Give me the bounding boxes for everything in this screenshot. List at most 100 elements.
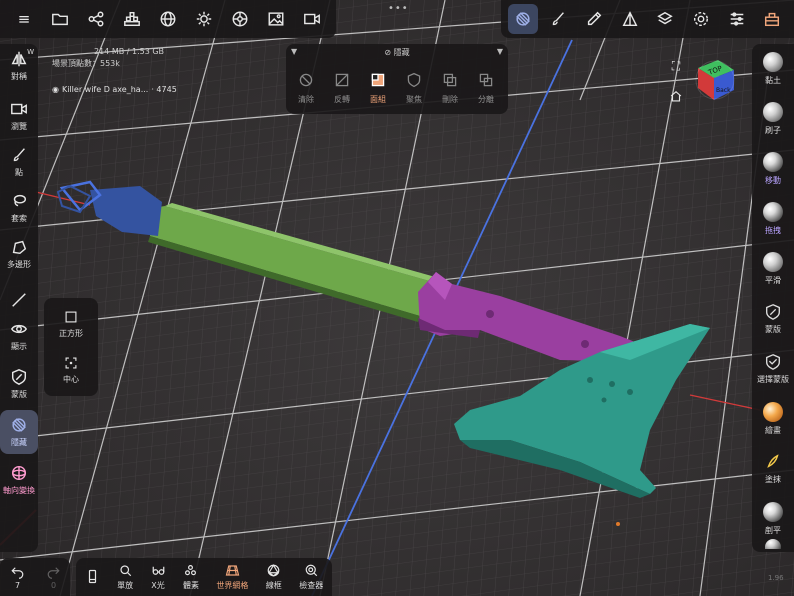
smooth-icon bbox=[763, 252, 783, 272]
tool-move[interactable]: 移動 bbox=[752, 144, 794, 194]
sidebar-item-polygon[interactable]: 多邊形 bbox=[0, 232, 38, 276]
clear-icon bbox=[298, 72, 314, 88]
tool-select-mask[interactable]: 選擇蒙版 bbox=[752, 344, 794, 394]
gizmo-icon bbox=[10, 464, 28, 482]
layers-icon[interactable] bbox=[650, 4, 680, 34]
tool-paint[interactable]: 繪畫 bbox=[752, 394, 794, 444]
facegroup-icon bbox=[370, 72, 386, 88]
tool-smudge[interactable]: 塗抹 bbox=[752, 444, 794, 494]
brush-icon[interactable] bbox=[543, 4, 573, 34]
gear-icon[interactable] bbox=[686, 4, 716, 34]
right-sidebar: 黏土 刷子 移動 拖拽 平滑 蒙版 選擇蒙版 繪畫 塗抹 剷平 bbox=[752, 44, 794, 552]
top-right-toolbar bbox=[501, 0, 794, 38]
folder-icon[interactable] bbox=[45, 4, 75, 34]
sidebar-item-transform[interactable]: 軸向變換 bbox=[0, 458, 38, 502]
grid-icon bbox=[225, 563, 240, 578]
image-icon[interactable] bbox=[261, 4, 291, 34]
invert-icon bbox=[334, 72, 350, 88]
left-sidebar: W 對稱 瀏覽 點 套索 多邊形 顯示 蒙版 隱藏 軸向變換 bbox=[0, 44, 38, 552]
home-icon[interactable] bbox=[668, 88, 684, 104]
sliders-icon[interactable] bbox=[722, 4, 752, 34]
shape-options-panel: 正方形 中心 bbox=[44, 298, 98, 396]
shield-icon bbox=[406, 72, 422, 88]
flatten-icon bbox=[763, 502, 783, 522]
phone-button[interactable] bbox=[85, 569, 100, 586]
line-icon bbox=[10, 291, 28, 309]
sun-icon[interactable] bbox=[189, 4, 219, 34]
symmetry-badge: W bbox=[27, 48, 34, 56]
inspector-icon bbox=[304, 563, 319, 578]
triangle-icon[interactable] bbox=[615, 4, 645, 34]
mesh-count-label: · 4745 bbox=[151, 85, 177, 94]
material-icon[interactable] bbox=[225, 4, 255, 34]
sidebar-item-lasso[interactable]: 套索 bbox=[0, 186, 38, 230]
separate-button[interactable]: 分離 bbox=[468, 72, 504, 112]
magnifier-icon bbox=[118, 563, 133, 578]
vertex-count: 場景頂點數：553k bbox=[52, 59, 120, 68]
mesh-visibility-icon: ◉ bbox=[52, 85, 59, 94]
wireframe-icon bbox=[266, 563, 281, 578]
redo-icon bbox=[46, 564, 61, 579]
delete-button[interactable]: 刪除 bbox=[432, 72, 468, 112]
sphere-grid-icon[interactable] bbox=[153, 4, 183, 34]
video-icon[interactable] bbox=[297, 4, 327, 34]
sidebar-item-dot[interactable]: 點 bbox=[0, 140, 38, 184]
world-grid-button[interactable]: 世界網格 bbox=[216, 563, 248, 591]
drag-icon bbox=[763, 202, 783, 222]
xray-button[interactable]: X光 bbox=[151, 563, 166, 591]
mesh-name-label: Killer wife D axe_ha... bbox=[61, 85, 149, 94]
mesh-info[interactable]: ◉ Killer wife D axe_ha... · 4745 bbox=[52, 84, 177, 96]
shape-square-button[interactable]: 正方形 bbox=[44, 304, 98, 344]
facegroup-button[interactable]: 面組 bbox=[360, 72, 396, 112]
sidebar-item-display[interactable]: 顯示 bbox=[0, 314, 38, 358]
view-cube[interactable]: TOP Back bbox=[694, 58, 736, 102]
separate-icon bbox=[478, 72, 494, 88]
solo-button[interactable]: 單放 bbox=[117, 563, 133, 591]
voxel-button[interactable]: 體素 bbox=[183, 563, 199, 591]
hide-tool-panel: ▼ ⊘ 隱藏 ▼ 清除 反轉 面組 聚焦 刪除 分離 bbox=[286, 44, 508, 114]
redo-button[interactable]: 0 bbox=[46, 564, 61, 590]
wireframe-button[interactable]: 線框 bbox=[266, 563, 282, 591]
brush-sphere-icon bbox=[763, 102, 783, 122]
tool-more[interactable] bbox=[752, 536, 794, 552]
sidebar-item-symmetry[interactable]: W 對稱 bbox=[0, 44, 38, 88]
lasso-icon bbox=[10, 192, 28, 210]
hide-panel-title: ⊘ 隱藏 bbox=[384, 48, 410, 57]
select-mask-icon bbox=[764, 353, 782, 371]
delete-icon bbox=[442, 72, 458, 88]
polygon-icon bbox=[10, 238, 28, 256]
fullscreen-icon[interactable]: ⛶ bbox=[668, 58, 684, 74]
dropper-icon[interactable] bbox=[579, 4, 609, 34]
history-controls: 7 0 bbox=[0, 558, 70, 596]
move-icon bbox=[763, 152, 783, 172]
sidebar-item-hide[interactable]: 隱藏 bbox=[0, 410, 38, 454]
square-icon bbox=[64, 310, 78, 324]
invert-button[interactable]: 反轉 bbox=[324, 72, 360, 112]
menu-icon[interactable]: ≡ bbox=[9, 4, 39, 34]
undo-button[interactable]: 7 bbox=[10, 564, 25, 590]
tool-clay[interactable]: 黏土 bbox=[752, 44, 794, 94]
sidebar-item-browse[interactable]: 瀏覽 bbox=[0, 94, 38, 138]
focus-button[interactable]: 聚焦 bbox=[396, 72, 432, 112]
share-icon[interactable] bbox=[81, 4, 111, 34]
more-tool-icon bbox=[765, 539, 781, 549]
shield-icon bbox=[10, 368, 28, 386]
tool-brush[interactable]: 刷子 bbox=[752, 94, 794, 144]
shield-icon bbox=[764, 303, 782, 321]
voxel-icon bbox=[183, 563, 198, 578]
tool-drag[interactable]: 拖拽 bbox=[752, 194, 794, 244]
selected-mask-icon[interactable] bbox=[507, 4, 538, 34]
more-options-dots[interactable]: ••• bbox=[388, 3, 409, 14]
clay-icon bbox=[763, 52, 783, 72]
shape-center-button[interactable]: 中心 bbox=[44, 350, 98, 390]
paint-brush-icon bbox=[10, 146, 28, 164]
tool-mask[interactable]: 蒙版 bbox=[752, 294, 794, 344]
chevron-down-icon[interactable]: ▼ bbox=[497, 47, 503, 56]
tool-smooth[interactable]: 平滑 bbox=[752, 244, 794, 294]
clear-button[interactable]: 清除 bbox=[288, 72, 324, 112]
toolbox-icon[interactable] bbox=[757, 4, 787, 34]
sidebar-item-mask[interactable]: 蒙版 bbox=[0, 362, 38, 406]
scene-icon[interactable] bbox=[117, 4, 147, 34]
fps-readout: 1.96 bbox=[768, 574, 784, 582]
inspector-button[interactable]: 檢查器 bbox=[299, 563, 323, 591]
